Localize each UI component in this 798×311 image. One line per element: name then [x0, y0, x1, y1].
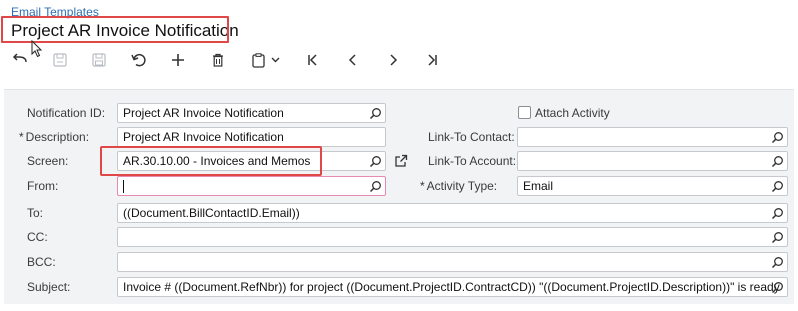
- description-field[interactable]: Project AR Invoice Notification: [117, 127, 386, 147]
- save-close-icon[interactable]: [48, 48, 72, 72]
- link-to-account-label: Link-To Account:: [428, 154, 517, 168]
- from-label: From:: [27, 179, 59, 193]
- notification-id-label: Notification ID:: [27, 106, 106, 120]
- plus-icon[interactable]: [166, 48, 190, 72]
- magnifier-icon[interactable]: [771, 180, 784, 193]
- to-field[interactable]: ((Document.BillContactID.Email)): [117, 203, 788, 223]
- magnifier-icon[interactable]: [369, 107, 382, 120]
- undo-icon[interactable]: [127, 48, 151, 72]
- notification-id-field[interactable]: Project AR Invoice Notification: [117, 103, 386, 123]
- activity-type-value: Email: [523, 179, 554, 193]
- subject-field[interactable]: Invoice # ((Document.RefNbr)) for projec…: [117, 277, 788, 297]
- external-link-icon[interactable]: [394, 154, 408, 168]
- toolbar: [0, 48, 460, 72]
- bcc-label: BCC:: [27, 255, 56, 269]
- required-asterisk: *: [19, 130, 24, 144]
- magnifier-icon[interactable]: [369, 155, 382, 168]
- magnifier-icon[interactable]: [771, 155, 784, 168]
- notification-id-value: Project AR Invoice Notification: [123, 106, 284, 120]
- magnifier-icon[interactable]: [771, 281, 784, 294]
- description-value: Project AR Invoice Notification: [123, 130, 284, 144]
- back-arrow-icon[interactable]: [8, 48, 32, 72]
- previous-record-icon[interactable]: [341, 48, 365, 72]
- text-caret: [123, 180, 124, 194]
- from-field[interactable]: [117, 176, 386, 196]
- magnifier-icon[interactable]: [771, 207, 784, 220]
- to-value: ((Document.BillContactID.Email)): [123, 206, 300, 220]
- title-highlight-box: [1, 16, 229, 43]
- cc-label: CC:: [27, 230, 48, 244]
- save-icon[interactable]: [87, 48, 111, 72]
- screen-label: Screen:: [27, 154, 69, 168]
- attach-activity-label: Attach Activity: [535, 106, 610, 120]
- link-to-contact-field[interactable]: [517, 127, 788, 147]
- next-record-icon[interactable]: [381, 48, 405, 72]
- description-label: * Description:: [19, 130, 90, 144]
- magnifier-icon[interactable]: [369, 180, 382, 193]
- required-asterisk: *: [420, 179, 425, 193]
- activity-type-field[interactable]: Email: [517, 176, 788, 196]
- magnifier-icon[interactable]: [771, 231, 784, 244]
- first-record-icon[interactable]: [301, 48, 325, 72]
- bcc-field[interactable]: [117, 252, 788, 272]
- link-to-contact-label: Link-To Contact:: [428, 130, 515, 144]
- subject-label: Subject:: [27, 280, 71, 294]
- screen-highlight-box: [100, 146, 322, 176]
- cc-field[interactable]: [117, 227, 788, 247]
- attach-activity-checkbox[interactable]: [518, 106, 531, 119]
- magnifier-icon[interactable]: [771, 131, 784, 144]
- activity-type-label: * Activity Type:: [420, 179, 498, 193]
- to-label: To:: [27, 206, 44, 220]
- chevron-down-icon[interactable]: [267, 48, 283, 72]
- link-to-account-field[interactable]: [517, 151, 788, 171]
- subject-value: Invoice # ((Document.RefNbr)) for projec…: [123, 280, 780, 294]
- magnifier-icon[interactable]: [771, 256, 784, 269]
- last-record-icon[interactable]: [420, 48, 444, 72]
- trash-icon[interactable]: [206, 48, 230, 72]
